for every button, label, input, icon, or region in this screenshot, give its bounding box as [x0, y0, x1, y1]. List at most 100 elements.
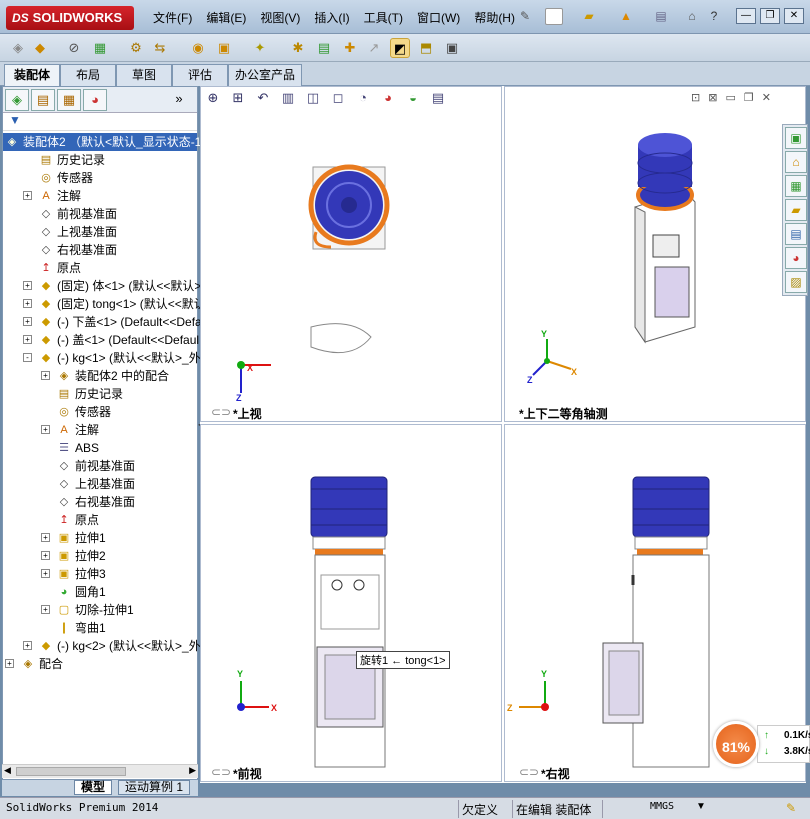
- menu-file[interactable]: 文件(F): [146, 9, 199, 26]
- expand-icon[interactable]: +: [23, 317, 32, 326]
- mate-icon[interactable]: ⊘: [64, 38, 84, 58]
- featuremanager-icon[interactable]: ◈: [5, 88, 29, 111]
- options-icon[interactable]: ⌂: [683, 8, 701, 25]
- command-tabs: 装配体 布局 草图 评估 办公室产品: [0, 62, 810, 86]
- configurationmanager-icon[interactable]: ▦: [57, 88, 81, 111]
- tab-motion-study[interactable]: 运动算例 1: [118, 780, 191, 795]
- help-icon[interactable]: ?: [705, 8, 723, 25]
- apply-scene-icon[interactable]: ◒: [402, 88, 424, 108]
- print-icon[interactable]: ▤: [652, 8, 670, 25]
- filter-icon[interactable]: ▼: [3, 113, 197, 131]
- edit-appearance-icon[interactable]: ◕: [377, 88, 399, 108]
- solidworks-resources-icon[interactable]: ▣: [785, 127, 807, 149]
- solidworks-logo[interactable]: DS SOLIDWORKS: [6, 6, 134, 30]
- view-orientation-icon[interactable]: ◫: [302, 88, 324, 108]
- appearances-icon[interactable]: ◕: [785, 247, 807, 269]
- viewport-minimize-icon[interactable]: ▭: [725, 91, 735, 104]
- viewport-toggle-icon[interactable]: ⊠: [708, 91, 717, 104]
- displaymanager-icon[interactable]: ◕: [83, 88, 107, 111]
- rebuild-status-icon[interactable]: ✎: [786, 801, 796, 815]
- collapse-icon[interactable]: -: [23, 353, 32, 362]
- previous-view-icon[interactable]: ↶: [252, 88, 274, 108]
- tab-layout[interactable]: 布局: [60, 64, 116, 86]
- expand-icon[interactable]: +: [23, 191, 32, 200]
- expand-icon[interactable]: +: [41, 605, 50, 614]
- tree-root[interactable]: ◈ 装配体2 （默认<默认_显示状态-1>）: [3, 133, 220, 151]
- insert-component-icon[interactable]: ◆: [30, 38, 50, 58]
- graphics-area[interactable]: X Z ⊂⊃ *上视 Y X Z *上下二等角轴测 ⊡ ⊠ ▭ ❐ ✕ 旋转1 …: [200, 86, 806, 783]
- viewport-link-icon[interactable]: ⊡: [691, 91, 700, 104]
- viewport-top-label: *上视: [233, 407, 262, 421]
- zoom-to-fit-icon[interactable]: ⊕: [202, 88, 224, 108]
- viewport-restore-icon[interactable]: ❐: [744, 91, 754, 104]
- menu-view[interactable]: 视图(V): [253, 9, 307, 26]
- show-hidden-icon[interactable]: ◉: [188, 38, 208, 58]
- rebuild-icon[interactable]: ▲: [617, 8, 635, 25]
- units-dropdown-icon[interactable]: ▼: [696, 801, 706, 812]
- close-button[interactable]: ✕: [784, 8, 804, 24]
- expand-icon[interactable]: +: [41, 533, 50, 542]
- horizontal-scrollbar[interactable]: ◀ ▶: [2, 764, 198, 778]
- design-library-icon[interactable]: ▦: [785, 175, 807, 197]
- expand-icon[interactable]: +: [41, 371, 50, 380]
- linear-pattern-icon[interactable]: ▦: [90, 38, 110, 58]
- display-style-icon[interactable]: ◻: [327, 88, 349, 108]
- snapshot-icon[interactable]: ▣: [442, 38, 462, 58]
- tree-item-label: 原点: [57, 261, 82, 275]
- menu-help[interactable]: 帮助(H): [467, 9, 522, 26]
- section-view-icon[interactable]: ▥: [277, 88, 299, 108]
- tab-sketch[interactable]: 草图: [116, 64, 172, 86]
- expand-icon[interactable]: +: [41, 425, 50, 434]
- move-component-icon[interactable]: ⇆: [150, 38, 170, 58]
- status-units[interactable]: MMGS: [650, 801, 674, 812]
- expand-icon[interactable]: +: [5, 659, 14, 668]
- tab-assembly[interactable]: 装配体: [4, 64, 60, 86]
- propertymanager-icon[interactable]: ▤: [31, 88, 55, 111]
- assembly-features-icon[interactable]: ▣: [214, 38, 234, 58]
- expand-panel-icon[interactable]: »: [167, 89, 191, 111]
- reference-geometry-icon[interactable]: ✦: [250, 38, 270, 58]
- home-icon[interactable]: ⌂: [785, 151, 807, 173]
- smart-fasteners-icon[interactable]: ⚙: [126, 38, 146, 58]
- tree-item-label: 上视基准面: [75, 477, 136, 491]
- pin-icon[interactable]: ✎: [516, 8, 534, 25]
- new-document-icon[interactable]: [545, 8, 563, 25]
- open-icon[interactable]: ▰: [580, 8, 598, 25]
- expand-icon[interactable]: +: [41, 569, 50, 578]
- view-palette-icon[interactable]: ▤: [785, 223, 807, 245]
- view-settings-icon[interactable]: ▤: [427, 88, 449, 108]
- tab-model[interactable]: 模型: [74, 780, 113, 795]
- new-motion-study-icon[interactable]: ✱: [288, 38, 308, 58]
- expand-icon[interactable]: +: [23, 299, 32, 308]
- hide-show-items-icon[interactable]: ◔: [352, 88, 374, 108]
- network-monitor[interactable]: ↑ 0.1K/s ↓ 3.8K/s 81%: [713, 719, 810, 767]
- update-speedpak-icon[interactable]: ⬒: [416, 38, 436, 58]
- menu-window[interactable]: 窗口(W): [410, 9, 467, 26]
- expand-icon[interactable]: +: [23, 641, 32, 650]
- minimize-button[interactable]: —: [736, 8, 756, 24]
- expand-icon[interactable]: +: [23, 281, 32, 290]
- edit-component-icon[interactable]: ◈: [8, 38, 28, 58]
- expand-icon[interactable]: +: [23, 335, 32, 344]
- instant3d-icon[interactable]: ◩: [390, 38, 410, 58]
- part-icon: ◆: [41, 316, 51, 328]
- file-explorer-icon[interactable]: ▰: [785, 199, 807, 221]
- menu-bar: 文件(F) 编辑(E) 视图(V) 插入(I) 工具(T) 窗口(W) 帮助(H…: [146, 9, 522, 26]
- viewport-close-icon[interactable]: ✕: [762, 91, 771, 104]
- tab-office-products[interactable]: 办公室产品: [228, 64, 302, 86]
- expand-icon[interactable]: +: [41, 551, 50, 560]
- restore-button[interactable]: ❐: [760, 8, 780, 24]
- custom-properties-icon[interactable]: ▨: [785, 271, 807, 293]
- viewport-top[interactable]: X Z ⊂⊃ *上视: [200, 86, 502, 422]
- bill-of-materials-icon[interactable]: ▤: [314, 38, 334, 58]
- explode-line-icon[interactable]: ↗: [364, 38, 384, 58]
- viewport-front[interactable]: 旋转1 ← tong<1> Y X ⊂⊃ *前视: [200, 424, 502, 782]
- viewport-isometric[interactable]: Y X Z *上下二等角轴测 ⊡ ⊠ ▭ ❐ ✕: [504, 86, 806, 422]
- menu-insert[interactable]: 插入(I): [307, 9, 356, 26]
- menu-edit[interactable]: 编辑(E): [199, 9, 253, 26]
- exploded-view-icon[interactable]: ✚: [340, 38, 360, 58]
- zoom-area-icon[interactable]: ⊞: [227, 88, 249, 108]
- menu-tools[interactable]: 工具(T): [357, 9, 410, 26]
- tab-evaluate[interactable]: 评估: [172, 64, 228, 86]
- origin-icon: ↥: [41, 262, 51, 274]
